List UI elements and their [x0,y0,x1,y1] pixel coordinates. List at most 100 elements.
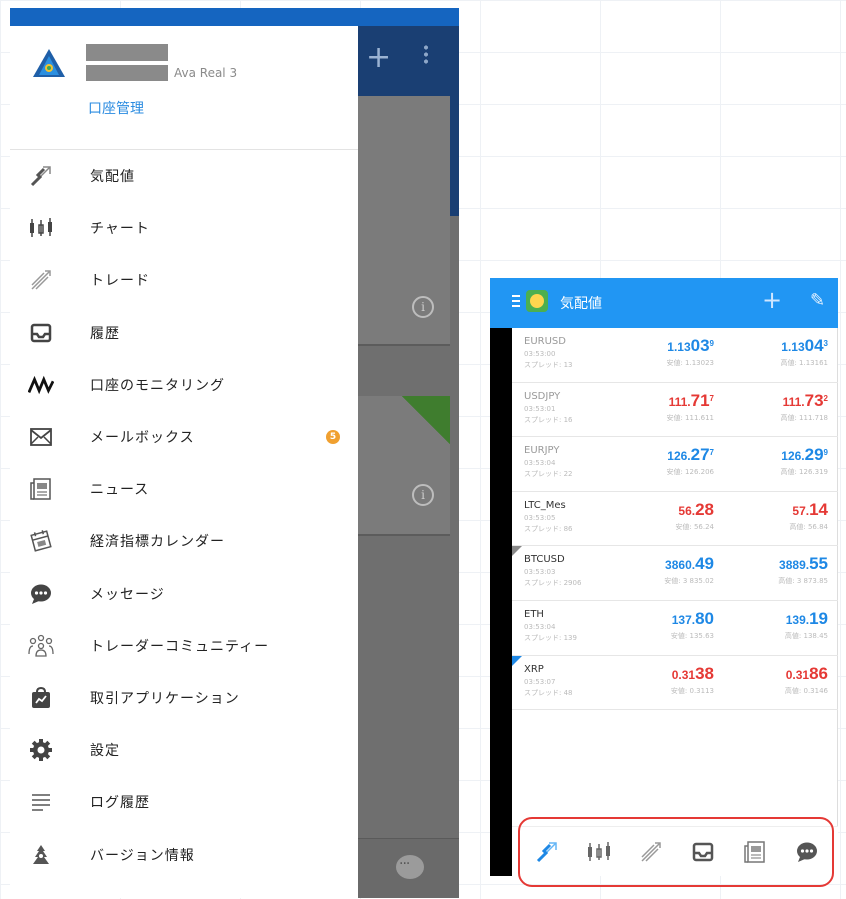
menu-item-messages[interactable]: メッセージ [10,568,358,620]
log-icon [28,790,54,814]
menu-item-label: 口座のモニタリング [90,377,225,394]
menu-item-news[interactable]: ニュース [10,463,358,515]
menu-item-chart[interactable]: チャート [10,202,358,254]
menu-item-trade[interactable]: トレード [10,254,358,306]
menu-item-about[interactable]: バージョン情報 [10,828,358,880]
quote-time: 03:53:03 [524,568,556,577]
quote-row[interactable]: ETH 03:53:04 スプレッド: 139 137.80 139.19 安値… [512,601,838,656]
menu-item-traders-community[interactable]: トレーダーコミュニティー [10,620,358,672]
low-price: 安値: 111.611 [666,413,714,422]
low-price: 安値: 135.63 [670,631,714,640]
quote-row[interactable]: EURUSD 03:53:00 スプレッド: 13 1.13039 1.1304… [512,328,838,383]
mailbox-icon [28,425,54,449]
quote-row[interactable]: BTCUSD 03:53:03 スプレッド: 2906 3860.49 3889… [512,546,838,601]
quotes-screen: 気配値 + ✎ EURUSD 03:53:00 スプレッド: 13 1.1303… [490,278,838,876]
spread-value: スプレッド: 139 [524,633,577,642]
quote-row[interactable]: USDJPY 03:53:01 スプレッド: 16 111.717 111.73… [512,383,838,438]
message-icon[interactable] [794,840,820,864]
quote-row[interactable]: LTC_Mes 03:53:05 スプレッド: 86 56.28 57.14 安… [512,492,838,547]
low-price: 安値: 1.13023 [666,359,714,367]
menu-item-label: 取引アプリケーション [90,690,240,707]
history-icon [28,321,54,345]
bid-price: 3860.49 [665,554,714,574]
spread-value: スプレッド: 22 [524,470,573,479]
drawer-menu: 気配値 チャート トレード 履歴 口座のモニタリング メールボックス 5 ニュー… [10,150,358,881]
menu-item-settings[interactable]: 設定 [10,724,358,776]
history-icon[interactable] [690,840,716,864]
account-management-link[interactable]: 口座管理 [88,98,144,118]
ask-price: 126.299 [781,445,828,465]
bid-price: 1.13039 [667,336,714,355]
quote-time: 03:53:05 [524,513,556,522]
unread-count-badge: 5 [326,430,340,445]
edit-pencil-icon[interactable]: ✎ [810,290,825,311]
menu-item-label: 履歴 [90,325,120,342]
screen-title: 気配値 [560,296,602,312]
row-marker [512,655,522,666]
monitoring-icon [28,373,54,397]
redacted-account-owner [86,65,168,81]
low-price: 安値: 56.24 [675,522,714,531]
spread-value: スプレッド: 2906 [524,579,582,588]
dimmed-card: i [358,396,450,536]
high-price: 高値: 0.3146 [784,686,828,695]
spread-value: スプレッド: 13 [524,361,573,369]
menu-item-economic-calendar[interactable]: 経済指標カレンダー [10,515,358,567]
quotes-icon [28,164,54,188]
demo-ribbon [402,396,450,444]
hamburger-menu-icon[interactable] [512,295,520,307]
quotes-icon[interactable] [534,840,560,864]
menu-item-label: 経済指標カレンダー [90,534,225,551]
menu-item-label: 設定 [90,743,120,760]
high-price: 高値: 111.718 [780,413,828,422]
row-marker [512,546,522,557]
bid-price: 137.80 [671,608,714,628]
symbol-name: XRP [524,663,544,675]
account-server-name: Ava Real 3 [174,66,238,80]
quote-time: 03:53:01 [524,404,556,413]
trade-icon[interactable] [638,840,664,864]
dimmed-bottom-bar [358,838,459,898]
menu-item-label: ログ履歴 [90,795,150,812]
menu-item-mailbox[interactable]: メールボックス 5 [10,411,358,463]
news-icon [28,477,54,501]
menu-item-history[interactable]: 履歴 [10,307,358,359]
redacted-account-number [86,44,168,61]
message-icon [28,582,54,606]
broker-logo-icon [33,49,65,77]
ask-price: 111.732 [782,390,828,410]
device-bezel [490,278,512,876]
ask-price: 139.19 [785,608,828,628]
menu-item-quotes[interactable]: 気配値 [10,150,358,202]
high-price: 高値: 126.319 [780,468,828,477]
dimmed-card: i [358,96,450,346]
settings-icon [28,738,54,762]
calendar-icon [28,529,54,553]
menu-item-label: ニュース [90,482,150,499]
quotes-list: EURUSD 03:53:00 スプレッド: 13 1.13039 1.1304… [512,328,838,711]
symbol-name: ETH [524,608,544,620]
chart-icon[interactable] [586,840,612,864]
menu-item-label: メールボックス [90,430,195,447]
quote-row[interactable]: EURJPY 03:53:04 スプレッド: 22 126.277 126.29… [512,437,838,492]
menu-item-label: 気配値 [90,169,135,186]
menu-item-journal[interactable]: ログ履歴 [10,776,358,828]
add-symbol-icon[interactable]: + [762,286,782,314]
quotes-app-bar: 気配値 + ✎ [490,278,838,328]
low-price: 安値: 126.206 [666,468,714,477]
bottom-navigation-bar [512,826,838,876]
drawer-header: Ava Real 3 口座管理 [10,26,358,150]
quote-row[interactable]: XRP 03:53:07 スプレッド: 48 0.3138 0.3186 安値:… [512,655,838,711]
symbol-name: BTCUSD [524,554,565,566]
symbol-name: LTC_Mes [524,499,566,511]
menu-item-account-monitoring[interactable]: 口座のモニタリング [10,359,358,411]
quote-time: 03:53:04 [524,622,556,631]
bid-price: 0.3138 [671,663,714,683]
menu-item-trading-apps[interactable]: 取引アプリケーション [10,672,358,724]
trading-apps-icon [28,686,54,710]
dimmed-app-background: + i i [358,26,459,898]
ask-price: 57.14 [792,499,828,519]
quote-time: 03:53:00 [524,350,556,358]
spread-value: スプレッド: 48 [524,688,573,697]
news-icon[interactable] [742,840,768,864]
